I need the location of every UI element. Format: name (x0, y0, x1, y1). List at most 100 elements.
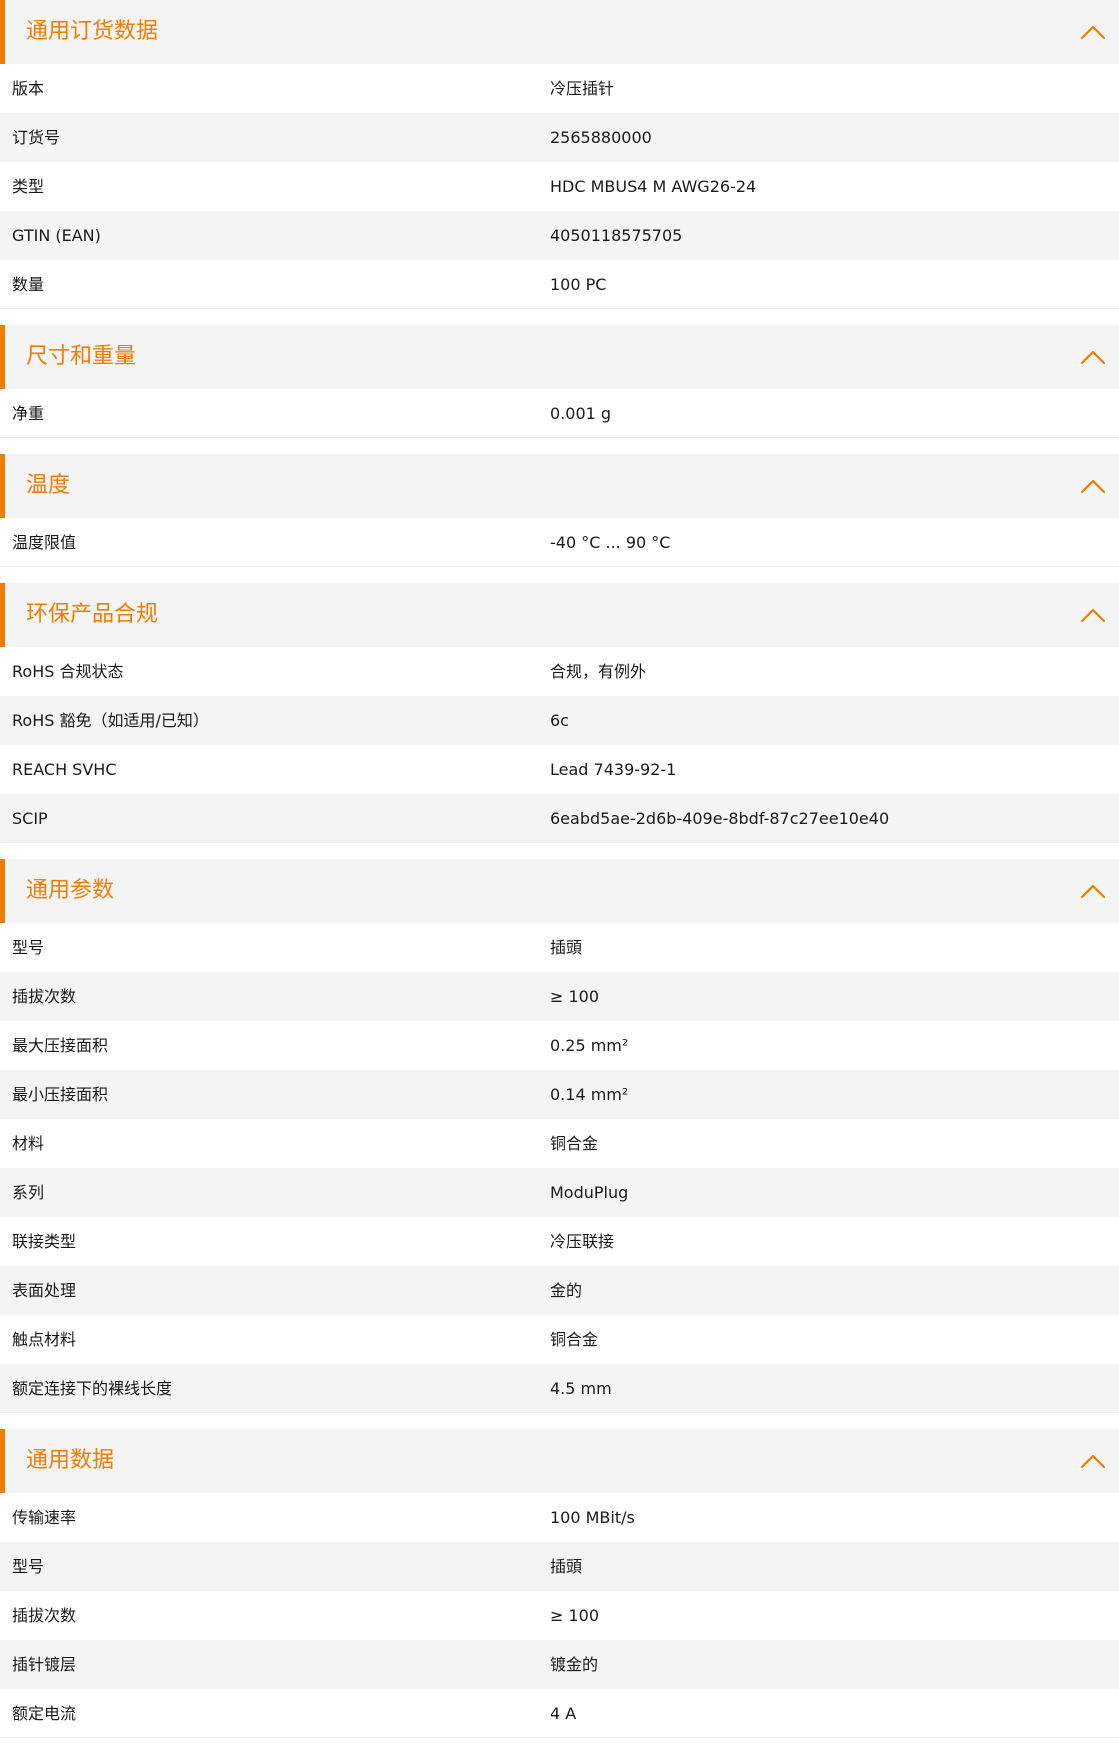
spec-row: 插拔次数 ≥ 100 (0, 1591, 1119, 1640)
spec-section-0: 通用订货数据 版本 冷压插针 订货号 2565880000 类型 HDC MBU… (0, 0, 1119, 309)
spec-label: 材料 (12, 1134, 45, 1153)
spec-row: 版本 冷压插针 (0, 64, 1119, 113)
spec-value: 冷压插针 (550, 79, 615, 98)
section-header[interactable]: 通用数据 (0, 1429, 1119, 1493)
spec-label: 触点材料 (12, 1330, 77, 1349)
spec-label: RoHS 合规状态 (12, 662, 124, 681)
spec-value: 100 MBit/s (550, 1508, 635, 1527)
spec-value: 镀金的 (550, 1655, 599, 1674)
section-title: 温度 (26, 473, 71, 498)
section-header[interactable]: 通用订货数据 (0, 0, 1119, 64)
spec-row: 类型 HDC MBUS4 M AWG26-24 (0, 162, 1119, 211)
spec-value: 金的 (550, 1281, 583, 1300)
spec-label: 型号 (12, 1557, 45, 1576)
spec-value: 6eabd5ae-2d6b-409e-8bdf-87c27ee10e40 (550, 809, 890, 828)
spec-row: 型号 插頭 (0, 923, 1119, 972)
spec-value: 插頭 (550, 938, 583, 957)
spec-value: 4.5 mm (550, 1379, 612, 1398)
spec-value: 插頭 (550, 1557, 583, 1576)
spec-section-5: 通用数据 传输速率 100 MBit/s 型号 插頭 插拔次数 ≥ 100 插针… (0, 1429, 1119, 1738)
spec-value: 冷压联接 (550, 1232, 615, 1251)
spec-row: 型号 插頭 (0, 1542, 1119, 1591)
spec-label: REACH SVHC (12, 760, 117, 779)
spec-label: 表面处理 (12, 1281, 77, 1300)
spec-row: 净重 0.001 g (0, 389, 1119, 438)
section-rows: 传输速率 100 MBit/s 型号 插頭 插拔次数 ≥ 100 插针镀层 镀金… (0, 1493, 1119, 1738)
spec-row: 联接类型 冷压联接 (0, 1217, 1119, 1266)
spec-label: 额定电流 (12, 1704, 77, 1723)
spec-row: RoHS 合规状态 合规，有例外 (0, 647, 1119, 696)
spec-value: -40 °C ... 90 °C (550, 533, 671, 552)
spec-label: 最小压接面积 (12, 1085, 109, 1104)
spec-label: 订货号 (12, 128, 61, 147)
spec-row: 表面处理 金的 (0, 1266, 1119, 1315)
chevron-up-icon[interactable] (1077, 1445, 1109, 1477)
spec-value: 铜合金 (550, 1330, 599, 1349)
spec-value: 4 A (550, 1704, 577, 1723)
spec-row: 插针镀层 镀金的 (0, 1640, 1119, 1689)
section-rows: 版本 冷压插针 订货号 2565880000 类型 HDC MBUS4 M AW… (0, 64, 1119, 309)
spec-row: GTIN (EAN) 4050118575705 (0, 211, 1119, 260)
spec-row: 最小压接面积 0.14 mm² (0, 1070, 1119, 1119)
spec-row: 额定连接下的裸线长度 4.5 mm (0, 1364, 1119, 1413)
section-title: 尺寸和重量 (26, 344, 137, 369)
section-title: 通用订货数据 (26, 19, 159, 44)
spec-value: 2565880000 (550, 128, 652, 147)
spec-value: 4050118575705 (550, 226, 683, 245)
chevron-up-icon[interactable] (1077, 341, 1109, 373)
spec-row: 数量 100 PC (0, 260, 1119, 309)
section-title: 通用参数 (26, 878, 115, 903)
section-title: 通用数据 (26, 1448, 115, 1473)
spec-row: 最大压接面积 0.25 mm² (0, 1021, 1119, 1070)
spec-value: HDC MBUS4 M AWG26-24 (550, 177, 757, 196)
spec-value: 100 PC (550, 275, 607, 294)
spec-row: 插拔次数 ≥ 100 (0, 972, 1119, 1021)
spec-label: RoHS 豁免（如适用/已知） (12, 711, 209, 730)
chevron-up-icon[interactable] (1077, 599, 1109, 631)
spec-value: ≥ 100 (550, 1606, 600, 1625)
spec-value: Lead 7439-92-1 (550, 760, 677, 779)
spec-label: 插针镀层 (12, 1655, 77, 1674)
spec-row: 额定电流 4 A (0, 1689, 1119, 1738)
spec-row: 材料 铜合金 (0, 1119, 1119, 1168)
spec-label: 系列 (12, 1183, 45, 1202)
spec-row: RoHS 豁免（如适用/已知） 6c (0, 696, 1119, 745)
spec-value: ModuPlug (550, 1183, 629, 1202)
spec-row: 订货号 2565880000 (0, 113, 1119, 162)
spec-section-2: 温度 温度限值 -40 °C ... 90 °C (0, 454, 1119, 567)
section-rows: 温度限值 -40 °C ... 90 °C (0, 518, 1119, 567)
spec-sheet: 通用订货数据 版本 冷压插针 订货号 2565880000 类型 HDC MBU… (0, 0, 1119, 1738)
section-rows: 净重 0.001 g (0, 389, 1119, 438)
spec-label: 联接类型 (12, 1232, 77, 1251)
spec-label: 数量 (12, 275, 45, 294)
spec-row: 系列 ModuPlug (0, 1168, 1119, 1217)
spec-value: 0.001 g (550, 404, 612, 423)
spec-label: 温度限值 (12, 533, 77, 552)
section-header[interactable]: 通用参数 (0, 859, 1119, 923)
spec-label: 类型 (12, 177, 45, 196)
section-header[interactable]: 环保产品合规 (0, 583, 1119, 647)
chevron-up-icon[interactable] (1077, 470, 1109, 502)
spec-label: 版本 (12, 79, 45, 98)
spec-value: 0.25 mm² (550, 1036, 629, 1055)
spec-section-1: 尺寸和重量 净重 0.001 g (0, 325, 1119, 438)
spec-value: 6c (550, 711, 569, 730)
spec-row: 温度限值 -40 °C ... 90 °C (0, 518, 1119, 567)
section-header[interactable]: 尺寸和重量 (0, 325, 1119, 389)
section-title: 环保产品合规 (26, 602, 159, 627)
section-header[interactable]: 温度 (0, 454, 1119, 518)
spec-label: 额定连接下的裸线长度 (12, 1379, 173, 1398)
spec-row: REACH SVHC Lead 7439-92-1 (0, 745, 1119, 794)
spec-value: 合规，有例外 (550, 662, 647, 681)
chevron-up-icon[interactable] (1077, 875, 1109, 907)
spec-label: SCIP (12, 809, 48, 828)
spec-section-3: 环保产品合规 RoHS 合规状态 合规，有例外 RoHS 豁免（如适用/已知） … (0, 583, 1119, 843)
spec-value: 0.14 mm² (550, 1085, 629, 1104)
spec-label: 传输速率 (12, 1508, 77, 1527)
spec-value: ≥ 100 (550, 987, 600, 1006)
chevron-up-icon[interactable] (1077, 16, 1109, 48)
spec-row: 触点材料 铜合金 (0, 1315, 1119, 1364)
spec-section-4: 通用参数 型号 插頭 插拔次数 ≥ 100 最大压接面积 0.25 mm² 最小… (0, 859, 1119, 1413)
spec-label: GTIN (EAN) (12, 226, 101, 245)
spec-label: 型号 (12, 938, 45, 957)
